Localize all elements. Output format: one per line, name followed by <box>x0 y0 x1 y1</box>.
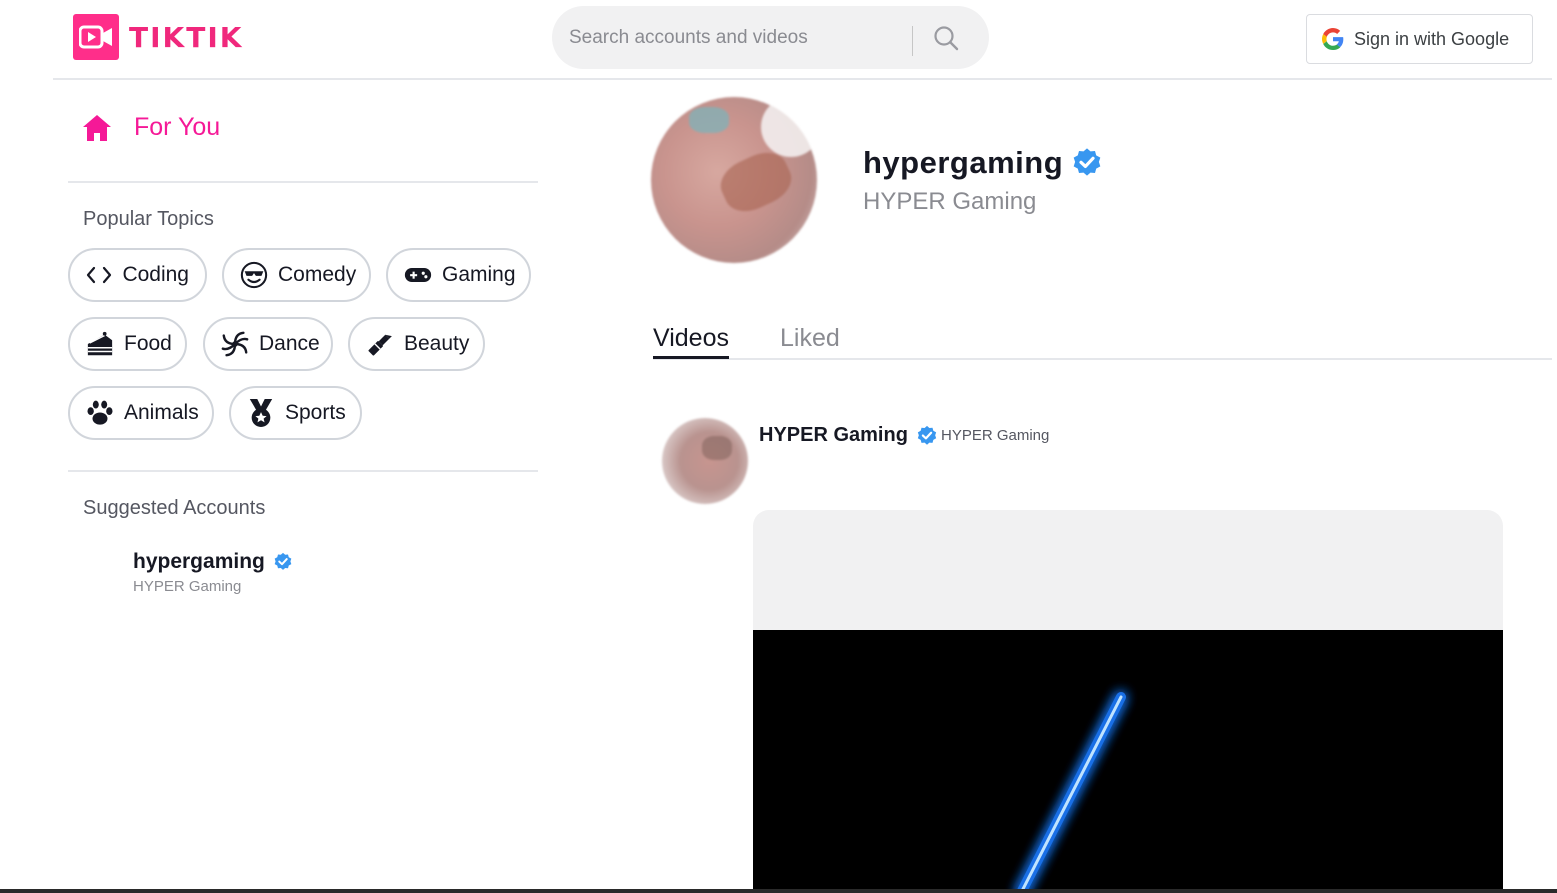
lipstick-icon <box>366 330 394 358</box>
logo[interactable]: TIKTIK <box>73 14 243 60</box>
logo-text: TIKTIK <box>129 20 244 54</box>
topic-comedy[interactable]: Comedy <box>222 248 371 302</box>
suggested-account[interactable]: hypergaming HYPER Gaming <box>133 550 293 595</box>
profile-display-name: HYPER Gaming <box>863 188 1037 215</box>
medal-icon <box>247 399 275 427</box>
video-thumbnail <box>1016 692 1126 893</box>
video-card <box>753 510 1503 893</box>
topic-label: Animals <box>124 401 199 424</box>
code-icon <box>86 261 112 289</box>
search-button[interactable] <box>930 22 962 54</box>
verified-badge-icon <box>1071 147 1103 179</box>
paw-icon <box>86 399 114 427</box>
tab-liked[interactable]: Liked <box>780 324 840 353</box>
profile-tabs: Videos Liked <box>653 322 1552 360</box>
post-author-name: HYPER Gaming <box>759 424 908 446</box>
suggested-account-username: hypergaming <box>133 550 265 573</box>
sidebar: For You Popular Topics Coding Comedy Gam… <box>68 80 538 893</box>
home-icon <box>83 114 111 141</box>
video-player[interactable] <box>753 630 1503 893</box>
post-author-avatar[interactable] <box>662 418 748 504</box>
suggested-account-display-name: HYPER Gaming <box>133 578 242 595</box>
for-you-label: For You <box>134 113 221 141</box>
top-navbar: TIKTIK Sign in with Google <box>53 0 1552 80</box>
gamepad-icon <box>404 261 432 289</box>
bottom-edge <box>0 889 1557 893</box>
verified-badge-icon <box>916 425 938 447</box>
topic-label: Sports <box>285 401 346 424</box>
topic-sports[interactable]: Sports <box>229 386 362 440</box>
google-signin-button[interactable]: Sign in with Google <box>1306 14 1533 64</box>
search-bar <box>552 6 989 69</box>
topic-label: Comedy <box>278 263 357 286</box>
topic-food[interactable]: Food <box>68 317 187 371</box>
camera-logo-icon <box>73 14 119 60</box>
popular-topics-title: Popular Topics <box>83 208 214 230</box>
topic-label: Gaming <box>442 263 516 286</box>
tab-videos[interactable]: Videos <box>653 324 729 359</box>
verified-badge-icon <box>273 552 293 572</box>
profile-username-row: hypergaming <box>863 145 1103 181</box>
topic-animals[interactable]: Animals <box>68 386 214 440</box>
suggested-account-name-row: hypergaming <box>133 550 293 574</box>
topic-label: Food <box>124 332 172 355</box>
spiral-icon <box>221 330 249 358</box>
search-divider <box>912 26 913 56</box>
topic-coding[interactable]: Coding <box>68 248 207 302</box>
suggested-accounts-title: Suggested Accounts <box>83 497 266 519</box>
topic-label: Coding <box>122 263 189 286</box>
topic-gaming[interactable]: Gaming <box>386 248 531 302</box>
google-icon <box>1322 28 1344 50</box>
topic-dance[interactable]: Dance <box>203 317 333 371</box>
cake-icon <box>86 330 114 358</box>
search-icon <box>934 26 959 51</box>
sidebar-divider <box>68 470 538 472</box>
search-input[interactable] <box>569 17 899 58</box>
profile-avatar[interactable] <box>651 97 817 263</box>
sunglasses-face-icon <box>240 261 268 289</box>
topic-label: Beauty <box>404 332 470 355</box>
topic-label: Dance <box>259 332 320 355</box>
google-signin-label: Sign in with Google <box>1354 28 1510 49</box>
post-author-handle: HYPER Gaming <box>941 427 1050 444</box>
sidebar-divider <box>68 181 538 183</box>
post-author-row[interactable]: HYPER Gaming <box>759 424 938 447</box>
profile-username: hypergaming <box>863 145 1064 180</box>
sidebar-item-for-you[interactable]: For You <box>82 113 220 142</box>
topic-beauty[interactable]: Beauty <box>348 317 485 371</box>
